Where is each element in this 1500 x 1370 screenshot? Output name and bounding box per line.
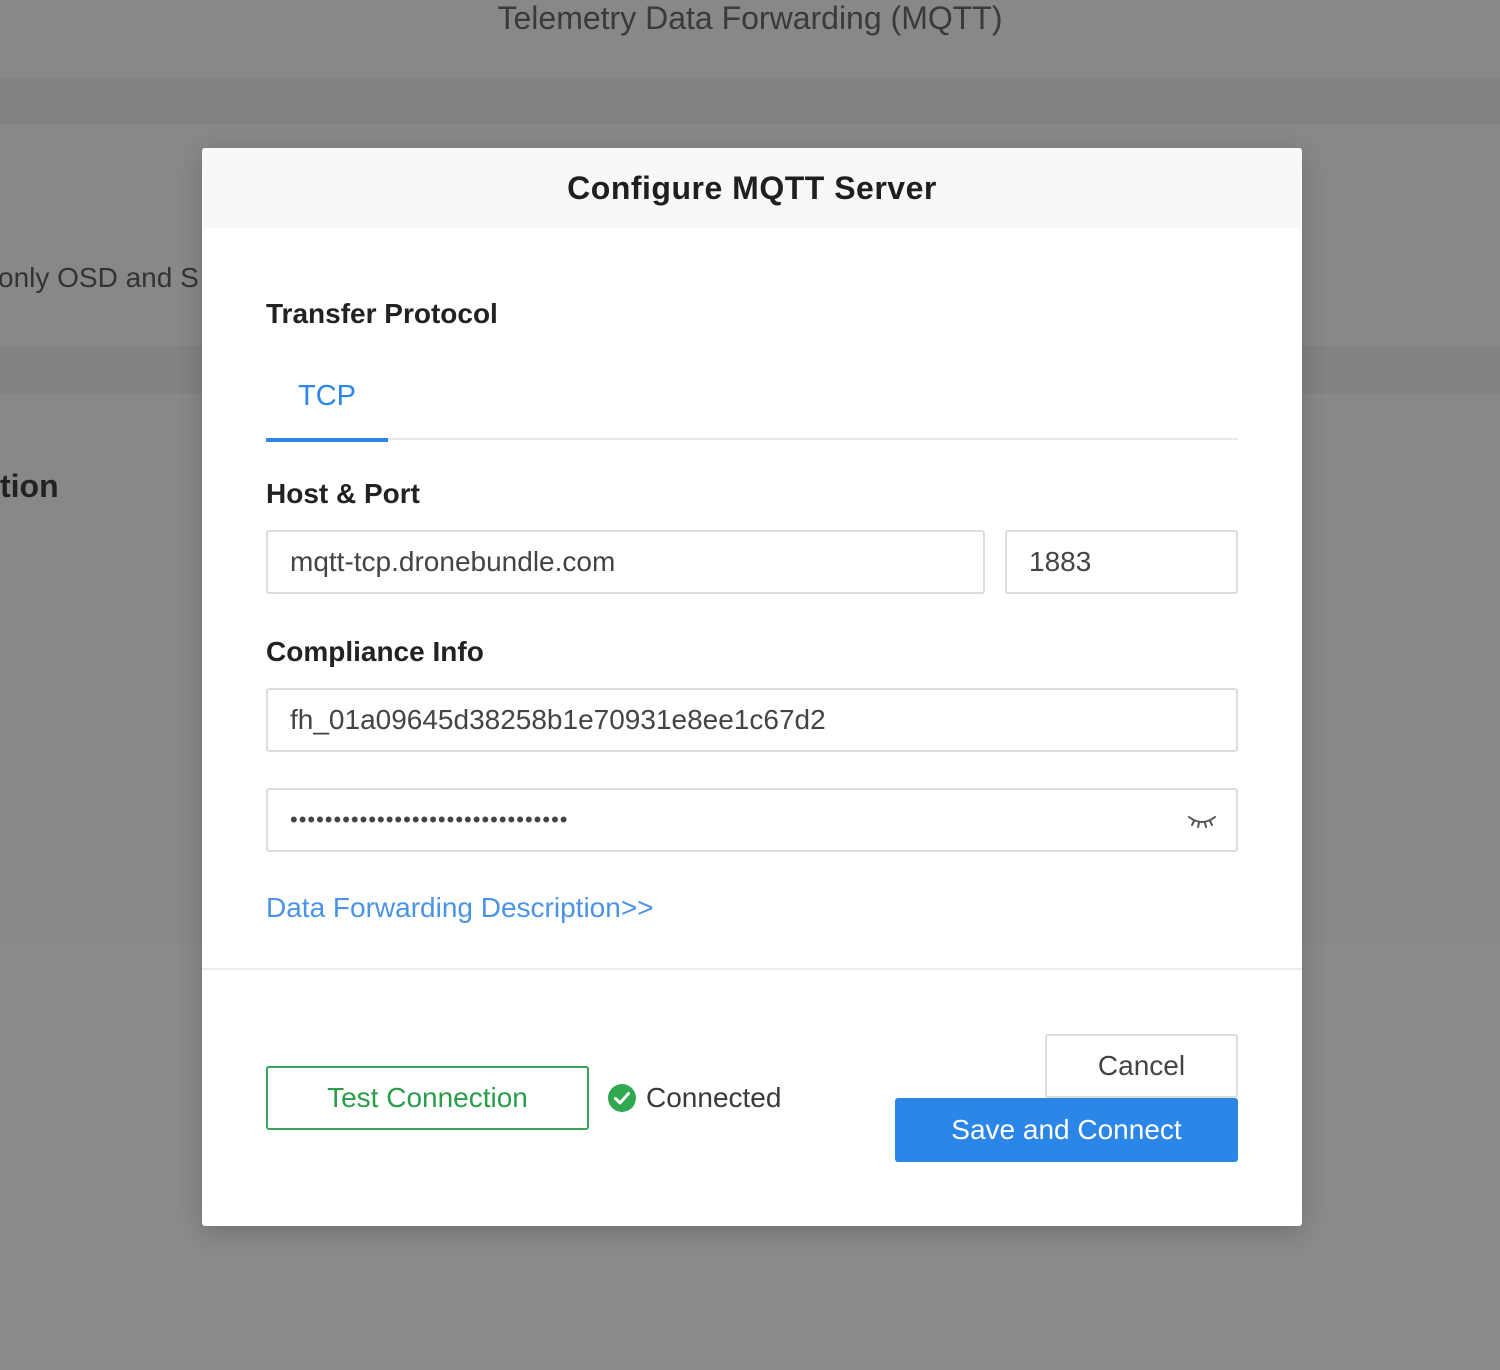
compliance-info-label: Compliance Info [266, 636, 484, 667]
compliance-secret-input[interactable]: •••••••••••••••••••••••••••••••• [266, 788, 1238, 852]
save-and-connect-button[interactable]: Save and Connect [895, 1098, 1238, 1162]
host-port-label: Host & Port [266, 478, 420, 509]
test-connection-button[interactable]: Test Connection [266, 1066, 589, 1130]
masked-secret-text: •••••••••••••••••••••••••••••••• [290, 807, 569, 832]
compliance-id-input[interactable]: fh_01a09645d38258b1e70931e8ee1c67d2 [266, 688, 1238, 752]
port-input[interactable]: 1883 [1005, 530, 1238, 594]
host-input[interactable]: mqtt-tcp.dronebundle.com [266, 530, 985, 594]
dialog-header: Configure MQTT Server [202, 148, 1302, 228]
status-text: Connected [646, 1082, 782, 1113]
background-band [0, 78, 1500, 124]
background-page-title: Telemetry Data Forwarding (MQTT) [497, 0, 1003, 36]
background-heading: tion [0, 468, 59, 504]
check-circle-icon [608, 1084, 636, 1112]
data-forwarding-description-link[interactable]: Data Forwarding Description>> [266, 892, 654, 924]
cancel-button[interactable]: Cancel [1045, 1034, 1238, 1098]
tab-tcp[interactable]: TCP [266, 378, 388, 442]
dialog-divider [202, 968, 1302, 970]
background-text: only OSD and S [0, 262, 199, 293]
configure-mqtt-dialog: Configure MQTT Server Transfer Protocol … [202, 148, 1302, 1226]
transfer-protocol-label: Transfer Protocol [266, 298, 498, 329]
dialog-title: Configure MQTT Server [567, 169, 937, 206]
eye-closed-icon[interactable] [1186, 808, 1218, 832]
connection-status: Connected [608, 1082, 781, 1114]
protocol-tabs: TCP [266, 378, 1238, 442]
